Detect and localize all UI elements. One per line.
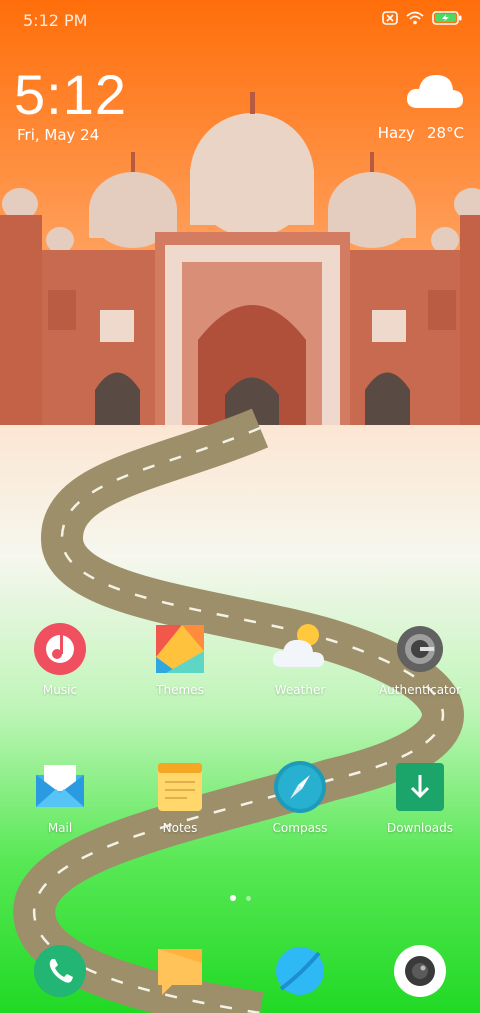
wifi-icon <box>406 11 424 25</box>
page-indicator[interactable] <box>0 895 480 901</box>
app-label: Weather <box>274 683 326 697</box>
messaging-icon[interactable] <box>152 943 208 999</box>
app-label: Themes <box>156 683 204 697</box>
app-downloads[interactable]: Downloads <box>365 759 475 835</box>
app-label: Downloads <box>387 821 453 835</box>
browser-icon[interactable] <box>272 943 328 999</box>
compass-icon <box>272 759 328 815</box>
app-label: Compass <box>272 821 328 835</box>
page-dot-active[interactable] <box>229 895 236 901</box>
weather-temperature: 28°C <box>426 124 464 142</box>
wallpaper <box>0 0 480 1013</box>
weather-widget[interactable]: Hazy 28°C <box>378 124 464 142</box>
clock-widget-date[interactable]: Fri, May 24 <box>17 126 99 144</box>
app-notes[interactable]: Notes <box>125 759 235 835</box>
app-label: Authenticator <box>378 683 462 697</box>
mail-icon <box>32 759 88 815</box>
app-compass[interactable]: Compass <box>245 759 355 835</box>
battery-charging-icon <box>432 11 462 25</box>
weather-icon <box>272 621 328 677</box>
app-music[interactable]: Music <box>5 621 115 697</box>
status-bar: 5:12 PM <box>0 0 480 40</box>
weather-condition: Hazy <box>377 124 415 142</box>
app-authenticator[interactable]: Authenticator <box>365 621 475 697</box>
app-label: Notes <box>162 821 198 835</box>
phone-icon[interactable] <box>32 943 88 999</box>
app-label: Mail <box>47 821 73 835</box>
notes-icon <box>152 759 208 815</box>
app-weather[interactable]: Weather <box>245 621 355 697</box>
app-mail[interactable]: Mail <box>5 759 115 835</box>
camera-icon[interactable] <box>392 943 448 999</box>
status-icons <box>382 11 462 25</box>
page-dot[interactable] <box>245 895 251 901</box>
no-sim-icon <box>382 11 398 25</box>
status-time: 5:12 PM <box>23 11 88 30</box>
downloads-icon <box>392 759 448 815</box>
app-themes[interactable]: Themes <box>125 621 235 697</box>
themes-icon <box>152 621 208 677</box>
music-icon <box>32 621 88 677</box>
clock-widget-time[interactable]: 5:12 <box>14 62 127 127</box>
cloud-icon[interactable] <box>406 70 464 110</box>
app-label: Music <box>42 683 78 697</box>
authenticator-icon <box>392 621 448 677</box>
